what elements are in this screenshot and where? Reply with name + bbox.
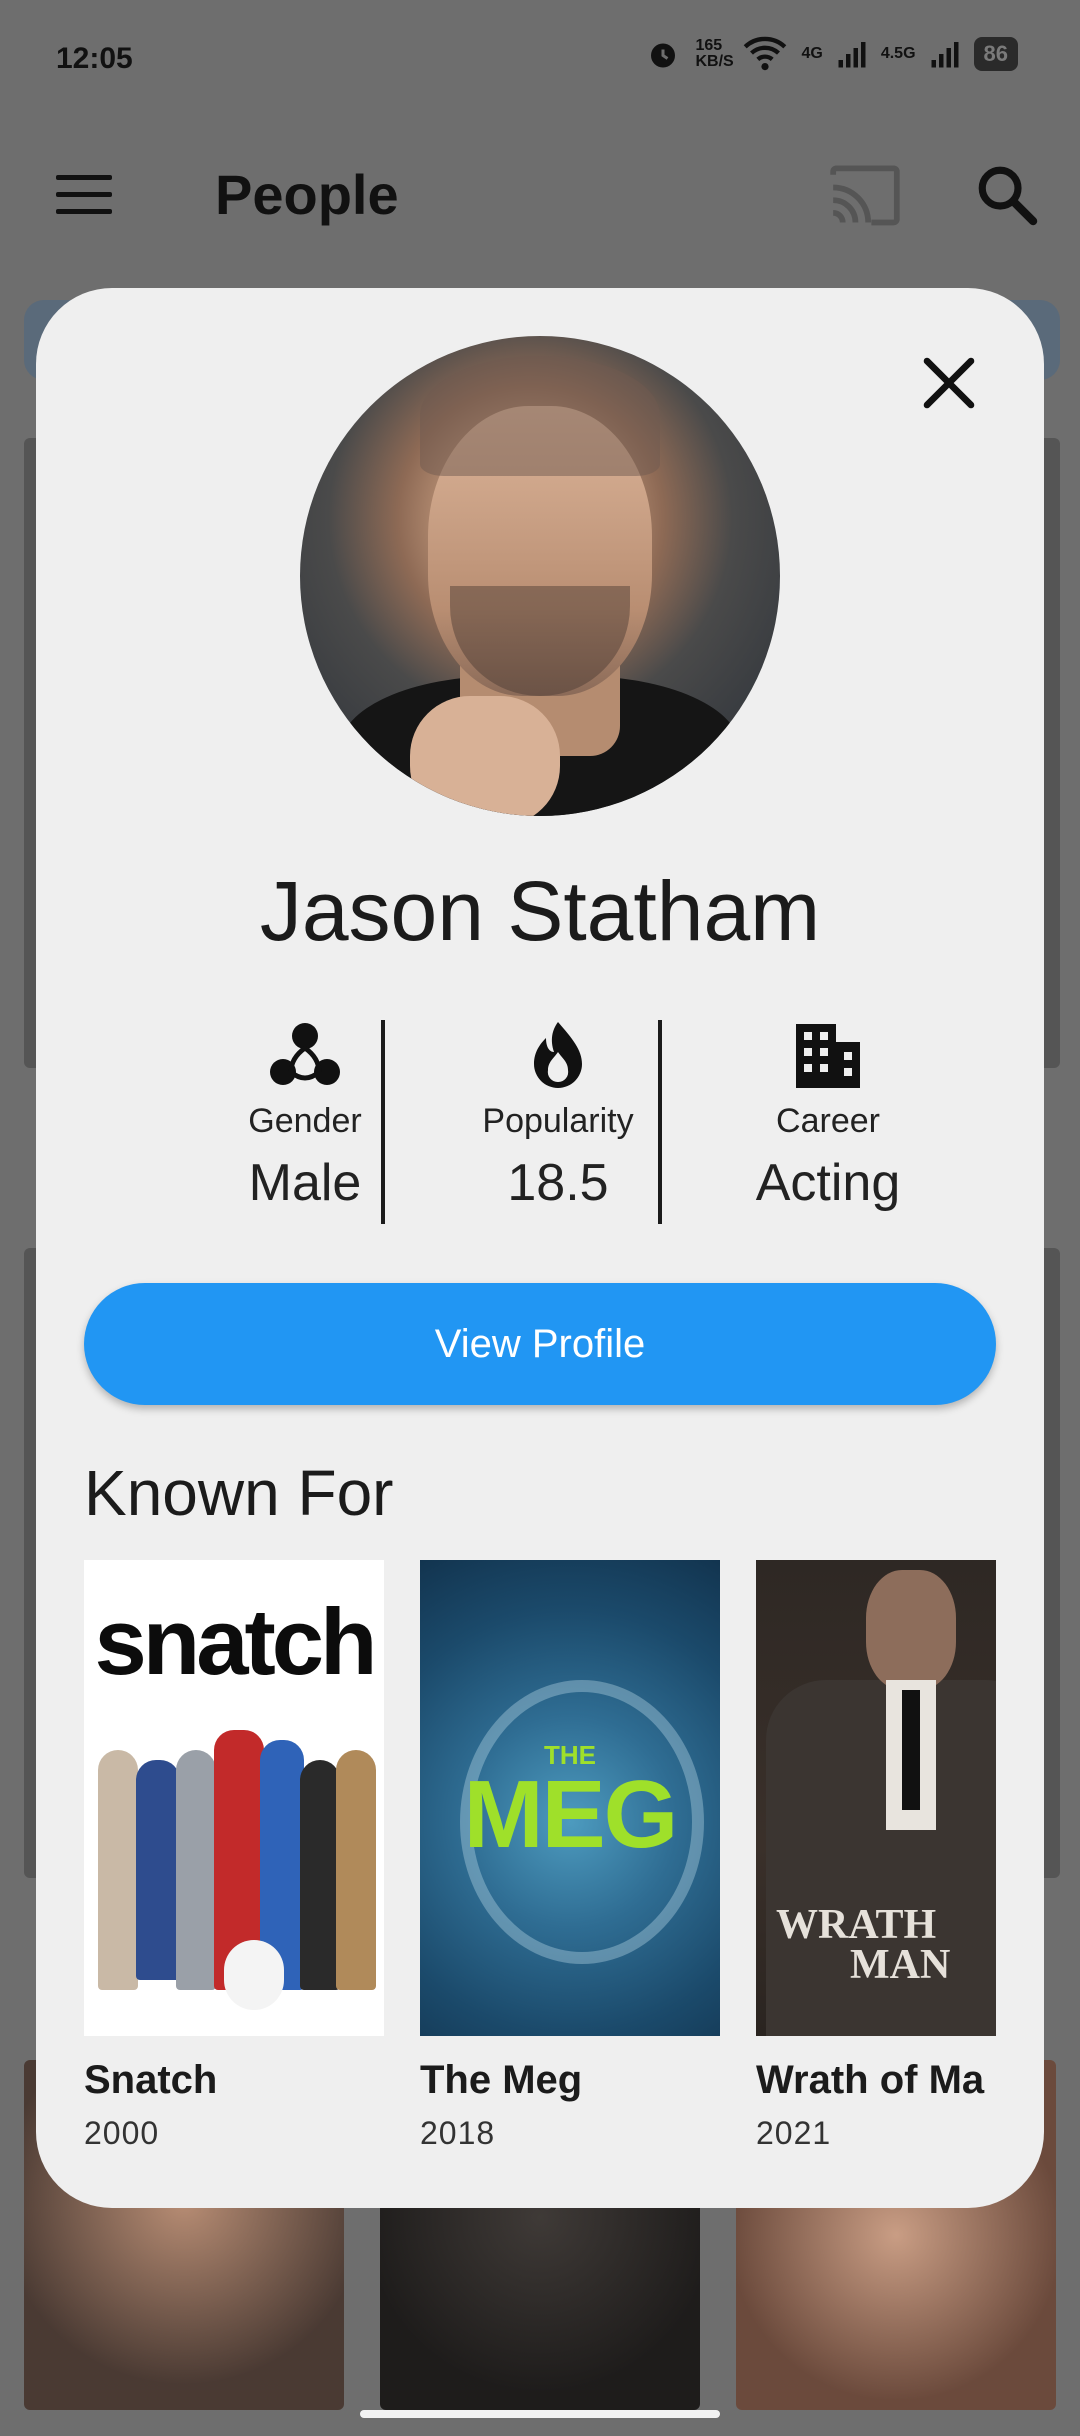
movie-title: Wrath of Ma	[756, 2058, 985, 2102]
status-time: 12:05	[56, 42, 133, 75]
stat-gender: Gender Male	[175, 1018, 435, 1213]
status-bar: 12:05 165 KB/S 4G 4.5G 86	[0, 0, 1080, 120]
movie-poster: WRATH MAN	[756, 1560, 996, 2036]
gender-icon	[270, 1023, 340, 1085]
home-indicator[interactable]	[360, 2410, 720, 2418]
stat-label: Popularity	[482, 1102, 634, 1140]
search-icon[interactable]	[974, 160, 1040, 230]
profile-photo	[300, 336, 780, 816]
signal-bars-icon-2	[931, 42, 959, 68]
cast-icon[interactable]	[826, 162, 904, 232]
movie-poster: snatch	[84, 1560, 384, 2036]
view-profile-button[interactable]: View Profile	[84, 1283, 996, 1405]
movie-title: The Meg	[420, 2058, 583, 2102]
movie-title: Snatch	[84, 2058, 218, 2102]
stat-value: Male	[248, 1154, 362, 1212]
movie-card-the-meg[interactable]: THE MEG The Meg 2018	[420, 1560, 720, 2152]
battery-indicator: 86	[973, 37, 1018, 71]
app-bar: People	[0, 120, 1080, 275]
flame-icon	[534, 1022, 582, 1088]
stat-value: Acting	[755, 1154, 901, 1212]
alarm-icon	[651, 43, 676, 68]
poster-title-text: MEG	[463, 1761, 679, 1868]
movie-year: 2000	[84, 2115, 160, 2151]
poster-title-text: WRATH MAN	[776, 1902, 951, 1988]
status-icons: 165 KB/S 4G 4.5G 86	[645, 36, 1018, 72]
stat-popularity: Popularity 18.5	[428, 1018, 688, 1213]
network-speed: 165 KB/S	[695, 37, 734, 70]
wifi-icon	[744, 36, 787, 71]
known-for-list[interactable]: snatch Snatch 2000 THE MEG The Meg 2018	[84, 1560, 996, 2180]
poster-title-text: snatch	[94, 1589, 378, 1694]
stat-divider	[658, 1020, 662, 1224]
stat-career: Career Acting	[698, 1018, 958, 1213]
stat-divider	[381, 1020, 385, 1224]
building-icon	[796, 1024, 860, 1088]
signal-bars-icon	[838, 42, 866, 68]
stat-value: 18.5	[507, 1154, 609, 1212]
close-icon[interactable]	[916, 350, 982, 416]
signal-label-2: 4.5G	[880, 45, 916, 62]
menu-icon[interactable]	[56, 175, 112, 215]
movie-year: 2018	[420, 2115, 496, 2151]
known-for-heading: Known For	[84, 1457, 394, 1529]
person-name: Jason Statham	[259, 864, 821, 958]
movie-card-wrath-of-man[interactable]: WRATH MAN Wrath of Ma 2021	[756, 1560, 996, 2152]
person-details-dialog: Jason Statham Gender Male Popularity 18.…	[36, 288, 1044, 2208]
movie-year: 2021	[756, 2115, 832, 2151]
stat-label: Gender	[248, 1102, 362, 1140]
signal-label-1: 4G	[801, 45, 823, 62]
stat-label: Career	[776, 1102, 880, 1140]
stats-row: Gender Male Popularity 18.5 Career Actin…	[36, 1018, 1044, 1218]
page-title: People	[215, 163, 399, 226]
movie-card-snatch[interactable]: snatch Snatch 2000	[84, 1560, 384, 2152]
movie-poster: THE MEG	[420, 1560, 720, 2036]
